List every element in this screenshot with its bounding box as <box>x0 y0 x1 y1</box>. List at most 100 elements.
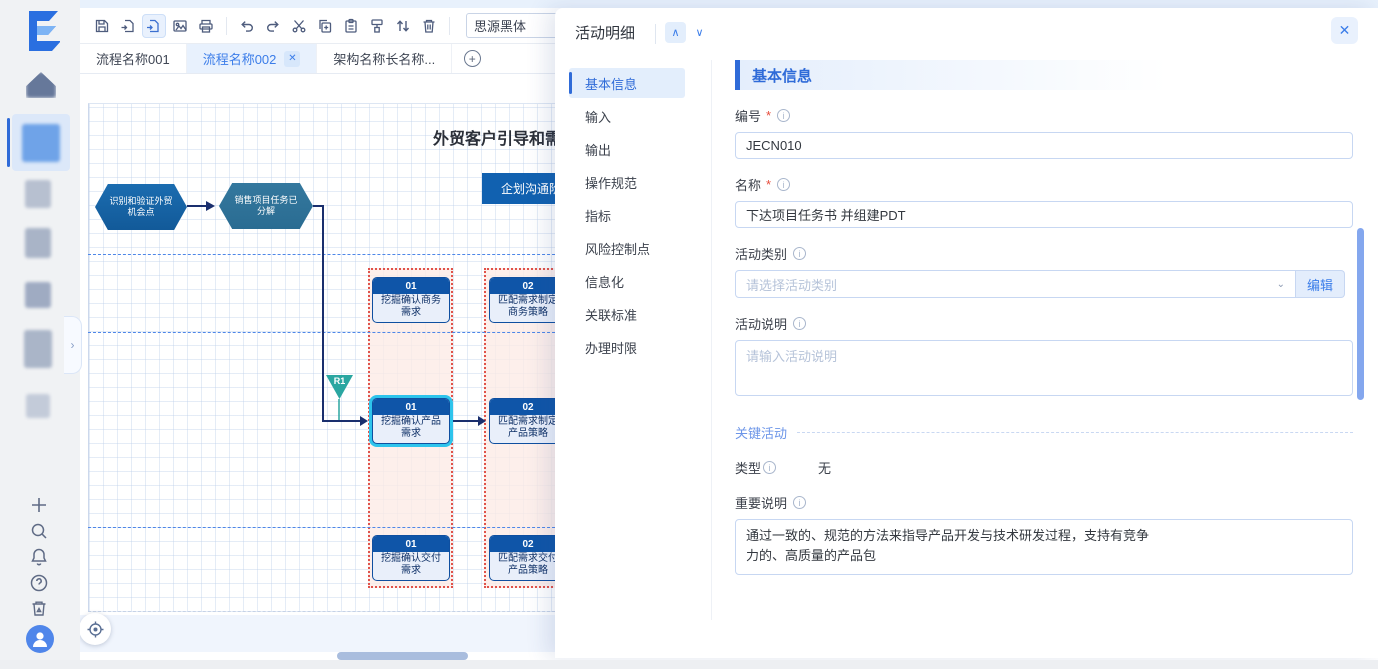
category-edit-button[interactable]: 编辑 <box>1296 270 1345 298</box>
key-activity-title: 关键活动 <box>735 423 787 442</box>
event-hexagon-task[interactable]: 销售项目任务已分解 <box>219 183 313 229</box>
event-hexagon-start[interactable]: 识别和验证外贸 机会点 <box>95 184 187 230</box>
add-shape-button[interactable] <box>29 495 51 517</box>
palette-shape-5[interactable] <box>24 330 52 368</box>
sync-button[interactable] <box>391 14 415 38</box>
key-activity-section: 关键活动 <box>735 423 1353 442</box>
palette-shape-active-thumb <box>22 124 60 162</box>
recycle-bin-button[interactable] <box>29 598 51 620</box>
move-up-button[interactable]: ∧ <box>665 22 686 43</box>
app-window: 外贸客户引导和需 识别和验证外贸 机会点 销售项目任务已分解 企划沟通阶段 R1… <box>0 0 1378 669</box>
category-select[interactable]: 请选择活动类别 ⌄ <box>735 270 1296 298</box>
paste-button[interactable] <box>339 14 363 38</box>
palette-shape-3[interactable] <box>25 228 51 258</box>
tab-architecture[interactable]: 架构名称长名称... <box>317 44 452 73</box>
canvas-footer-band <box>80 615 555 652</box>
user-avatar[interactable] <box>26 625 54 653</box>
nav-item-informatization[interactable]: 信息化 <box>569 266 685 296</box>
tab-close-icon[interactable]: ✕ <box>284 51 300 67</box>
detail-nav-menu: 基本信息 输入 输出 操作规范 指标 风险控制点 信息化 关联标准 办理时限 <box>569 68 685 365</box>
search-icon <box>29 521 49 541</box>
help-button[interactable] <box>29 573 51 595</box>
activity-detail-panel: 活动明细 ∧ ∨ ✕ 基本信息 输入 输出 操作规范 指标 风险控制点 信息化 … <box>555 8 1378 658</box>
save-button[interactable] <box>90 14 114 38</box>
chevron-up-icon: ∧ <box>671 26 679 39</box>
trash-icon <box>29 598 49 618</box>
tab-process-002-active[interactable]: 流程名称002 ✕ <box>187 44 318 73</box>
tab-process-001[interactable]: 流程名称001 <box>80 44 187 73</box>
important-textarea[interactable]: 通过一致的、规范的方法来指导产品开发与技术研发过程，支持有竞争 力的、高质量的产… <box>735 519 1353 575</box>
move-down-button[interactable]: ∨ <box>689 22 710 43</box>
app-logo <box>24 10 60 52</box>
panel-scrollbar[interactable] <box>1357 228 1364 400</box>
palette-selection-bar <box>7 118 10 167</box>
nav-item-processing-time[interactable]: 办理时限 <box>569 332 685 362</box>
category-label: 活动类别i <box>735 244 1353 263</box>
description-textarea[interactable] <box>735 340 1353 396</box>
palette-shape-4[interactable] <box>25 282 51 308</box>
nav-item-related-standards[interactable]: 关联标准 <box>569 299 685 329</box>
locate-button[interactable] <box>79 613 111 645</box>
horizontal-scrollbar[interactable] <box>337 652 468 660</box>
format-brush-button[interactable] <box>365 14 389 38</box>
info-icon: i <box>777 109 790 122</box>
info-icon: i <box>793 247 806 260</box>
description-label: 活动说明i <box>735 314 1353 333</box>
palette-shape-2[interactable] <box>25 180 51 208</box>
activity-box-01a[interactable]: 01 挖掘确认商务 需求 <box>372 277 450 323</box>
code-input[interactable] <box>735 132 1353 159</box>
panel-close-button[interactable]: ✕ <box>1331 17 1358 44</box>
chevron-right-icon: › <box>71 338 75 352</box>
nav-item-risk-control[interactable]: 风险控制点 <box>569 233 685 263</box>
bell-icon <box>29 547 49 567</box>
toolbar-divider <box>449 17 450 35</box>
palette-shape-home[interactable] <box>26 72 56 98</box>
top-strip <box>0 0 1378 8</box>
type-value: 无 <box>818 458 831 477</box>
add-tab-button[interactable]: + <box>452 44 492 73</box>
palette-shape-6[interactable] <box>26 394 50 418</box>
font-family-value: 思源黑体 <box>474 16 526 35</box>
search-button[interactable] <box>29 521 51 543</box>
nav-item-operation-spec[interactable]: 操作规范 <box>569 167 685 197</box>
copy-icon <box>317 18 333 34</box>
nav-item-indicators[interactable]: 指标 <box>569 200 685 230</box>
redo-button[interactable] <box>261 14 285 38</box>
bottom-strip <box>0 660 1378 669</box>
notifications-button[interactable] <box>29 547 51 569</box>
image-icon <box>172 18 188 34</box>
copy-button[interactable] <box>313 14 337 38</box>
nav-item-basic-info[interactable]: 基本信息 <box>569 68 685 98</box>
print-button[interactable] <box>194 14 218 38</box>
plus-icon <box>29 495 49 515</box>
toolbar-divider <box>226 17 227 35</box>
delete-button[interactable] <box>417 14 441 38</box>
nav-item-input[interactable]: 输入 <box>569 101 685 131</box>
info-icon: i <box>793 496 806 509</box>
export-button[interactable] <box>142 14 166 38</box>
activity-box-01b-selected[interactable]: 01 挖掘确认产品 需求 <box>372 398 450 444</box>
save-icon <box>94 18 110 34</box>
type-label: 类型 <box>735 458 761 477</box>
image-button[interactable] <box>168 14 192 38</box>
sidebar-expand-handle[interactable]: › <box>64 316 82 374</box>
activity-box-01c[interactable]: 01 挖掘确认交付 需求 <box>372 535 450 581</box>
target-icon <box>87 621 104 638</box>
required-asterisk: * <box>766 177 771 192</box>
basic-info-form: 基本信息 编号*i 名称*i 活动类别i 请选择活动类别 ⌄ 编辑 活动说明i <box>735 60 1353 580</box>
nav-divider <box>711 60 712 620</box>
header-divider <box>655 24 656 44</box>
nav-item-output[interactable]: 输出 <box>569 134 685 164</box>
name-input[interactable] <box>735 201 1353 228</box>
info-icon: i <box>793 317 806 330</box>
delete-icon <box>421 18 437 34</box>
import-button[interactable] <box>116 14 140 38</box>
panel-title: 活动明细 <box>575 22 635 43</box>
info-icon: i <box>777 178 790 191</box>
undo-button[interactable] <box>235 14 259 38</box>
paste-icon <box>343 18 359 34</box>
required-asterisk: * <box>766 108 771 123</box>
sync-icon <box>395 18 411 34</box>
cut-button[interactable] <box>287 14 311 38</box>
import-icon <box>120 18 136 34</box>
